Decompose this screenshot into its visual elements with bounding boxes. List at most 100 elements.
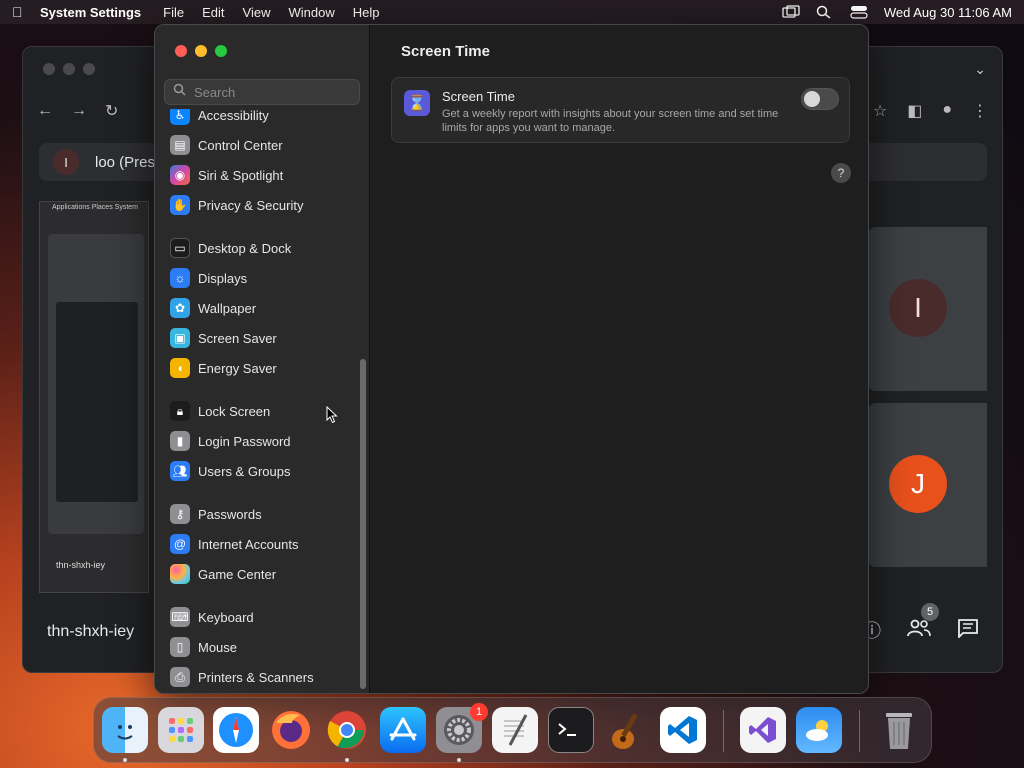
screen-time-card-description: Get a weekly report with insights about … bbox=[442, 108, 779, 134]
menu-help[interactable]: Help bbox=[353, 5, 380, 20]
search-icon bbox=[173, 83, 186, 101]
screen-saver-icon: ▣ bbox=[170, 328, 190, 348]
apple-menu-icon[interactable]:  bbox=[12, 4, 40, 20]
settings-running-dot bbox=[457, 758, 461, 762]
sidebar-item-energy-saver[interactable]: ◖ Energy Saver bbox=[170, 356, 360, 380]
sidebar-item-internet-accounts[interactable]: @ Internet Accounts bbox=[170, 532, 360, 556]
menu-clock[interactable]: Wed Aug 30 11:06 AM bbox=[884, 5, 1012, 20]
privacy-hand-icon: ✋ bbox=[170, 195, 190, 215]
sidebar-item-wallpaper[interactable]: ✿ Wallpaper bbox=[170, 296, 360, 320]
back-arrow-icon[interactable]: ← bbox=[37, 102, 53, 120]
sidebar-item-label: Mouse bbox=[198, 639, 238, 655]
screen-time-card-title: Screen Time bbox=[442, 89, 515, 104]
finder-icon[interactable] bbox=[102, 707, 148, 753]
sidebar-item-label: Desktop & Dock bbox=[198, 240, 292, 256]
settings-content-pane: Screen Time ⌛ Screen Time Get a weekly r… bbox=[371, 25, 868, 693]
energy-saver-icon: ◖ bbox=[170, 358, 190, 378]
help-button[interactable]: ? bbox=[831, 163, 851, 183]
sidebar-item-keyboard[interactable]: ⌨ Keyboard bbox=[170, 605, 360, 629]
tab-search-chevron-icon[interactable]: ⌄ bbox=[974, 61, 986, 78]
sidebar-item-label: Siri & Spotlight bbox=[198, 167, 284, 183]
game-center-icon bbox=[170, 564, 190, 584]
menu-file[interactable]: File bbox=[163, 5, 184, 20]
shared-screen-label: thn-shxh-iey bbox=[56, 560, 106, 570]
dock-separator-2 bbox=[859, 710, 860, 752]
launchpad-icon[interactable] bbox=[158, 707, 204, 753]
weather-icon[interactable] bbox=[796, 707, 842, 753]
app-store-icon[interactable] bbox=[380, 707, 426, 753]
menu-app-name[interactable]: System Settings bbox=[40, 5, 141, 20]
sidebar-item-desktop-dock[interactable]: ▭ Desktop & Dock bbox=[170, 236, 360, 260]
visual-studio-icon[interactable] bbox=[740, 707, 786, 753]
side-panel-icon[interactable]: ◧ bbox=[907, 101, 922, 121]
trash-icon[interactable] bbox=[876, 707, 922, 753]
more-menu-icon[interactable]: ⋮ bbox=[972, 101, 988, 121]
sidebar-item-label: Wallpaper bbox=[198, 300, 257, 316]
keyboard-icon: ⌨ bbox=[170, 607, 190, 627]
sidebar-item-siri-spotlight[interactable]: ◉ Siri & Spotlight bbox=[170, 163, 360, 187]
sidebar-item-game-center[interactable]: Game Center bbox=[170, 562, 360, 586]
spotlight-search-icon[interactable] bbox=[816, 5, 834, 19]
accessibility-icon: ♿ bbox=[170, 109, 190, 125]
minimize-button[interactable] bbox=[195, 45, 207, 57]
meet-controls: ⓘ bbox=[863, 617, 979, 643]
printers-scanners-icon: ⎙ bbox=[170, 667, 190, 687]
zoom-button[interactable] bbox=[215, 45, 227, 57]
sidebar-item-label: Lock Screen bbox=[198, 403, 271, 419]
chrome-icon[interactable] bbox=[324, 707, 370, 753]
sidebar-item-privacy-security[interactable]: ✋ Privacy & Security bbox=[170, 193, 360, 217]
finder-running-dot bbox=[123, 758, 127, 762]
sidebar-item-label: Users & Groups bbox=[198, 463, 291, 479]
sidebar-item-passwords[interactable]: ⚷ Passwords bbox=[170, 502, 360, 526]
participant-tile-1: I bbox=[869, 227, 987, 391]
people-icon[interactable] bbox=[907, 619, 931, 642]
sidebar-item-login-password[interactable]: ▮ Login Password bbox=[170, 429, 360, 453]
control-center-icon: ▤ bbox=[170, 135, 190, 155]
displays-icon: ☼ bbox=[170, 268, 190, 288]
firefox-icon[interactable] bbox=[268, 707, 314, 753]
participant-tile-2: J bbox=[869, 403, 987, 567]
sidebar-item-screen-saver[interactable]: ▣ Screen Saver bbox=[170, 326, 360, 350]
participant-avatar-1: I bbox=[889, 279, 947, 337]
sidebar-item-displays[interactable]: ☼ Displays bbox=[170, 266, 360, 290]
shared-screen-preview: Applications Places System thn-shxh-iey bbox=[39, 201, 149, 593]
sidebar-item-mouse[interactable]: ▯ Mouse bbox=[170, 635, 360, 659]
hourglass-icon: ⌛ bbox=[404, 90, 430, 116]
garageband-icon[interactable] bbox=[604, 707, 650, 753]
sidebar-item-accessibility[interactable]: ♿ Accessibility bbox=[170, 109, 360, 127]
screen-time-toggle[interactable] bbox=[801, 88, 839, 110]
control-center-menu-icon[interactable] bbox=[850, 5, 868, 19]
sidebar-item-label: Screen Saver bbox=[198, 330, 277, 346]
sidebar-list: ♿ Accessibility ▤ Control Center ◉ Siri … bbox=[155, 109, 360, 693]
sidebar-item-label: Control Center bbox=[198, 137, 283, 153]
sidebar-item-printers-scanners[interactable]: ⎙ Printers & Scanners bbox=[170, 665, 360, 689]
sidebar-item-control-center[interactable]: ▤ Control Center bbox=[170, 133, 360, 157]
menu-window[interactable]: Window bbox=[288, 5, 334, 20]
menu-view[interactable]: View bbox=[243, 5, 271, 20]
chat-icon[interactable] bbox=[957, 618, 979, 643]
system-settings-badge: 1 bbox=[470, 703, 488, 721]
forward-arrow-icon[interactable]: → bbox=[71, 102, 87, 120]
search-field[interactable] bbox=[164, 79, 360, 105]
dock-separator bbox=[723, 710, 724, 752]
mouse-icon: ▯ bbox=[170, 637, 190, 657]
bookmark-star-icon[interactable]: ☆ bbox=[873, 101, 887, 121]
close-button[interactable] bbox=[175, 45, 187, 57]
vscode-icon[interactable] bbox=[660, 707, 706, 753]
menu-bar:  System Settings File Edit View Window … bbox=[0, 0, 1024, 24]
sidebar-item-users-groups[interactable]: 👥︎ Users & Groups bbox=[170, 459, 360, 483]
login-password-icon: ▮ bbox=[170, 431, 190, 451]
sidebar-scrollbar[interactable] bbox=[360, 359, 366, 689]
sidebar-item-label: Printers & Scanners bbox=[198, 669, 314, 685]
screen-mirroring-icon[interactable] bbox=[782, 5, 800, 19]
profile-icon[interactable]: ● bbox=[942, 101, 952, 121]
safari-icon[interactable] bbox=[213, 707, 259, 753]
terminal-icon[interactable] bbox=[548, 707, 594, 753]
desktop-dock-icon: ▭ bbox=[170, 238, 190, 258]
passwords-key-icon: ⚷ bbox=[170, 504, 190, 524]
textedit-icon[interactable] bbox=[492, 707, 538, 753]
sidebar-item-label: Game Center bbox=[198, 566, 277, 582]
menu-edit[interactable]: Edit bbox=[202, 5, 224, 20]
reload-icon[interactable]: ↻ bbox=[105, 101, 118, 121]
search-input[interactable] bbox=[194, 84, 354, 100]
